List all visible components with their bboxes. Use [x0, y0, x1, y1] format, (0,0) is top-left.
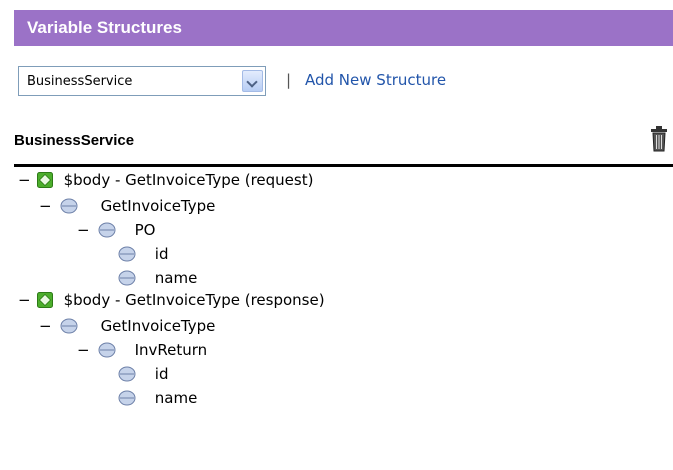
collapse-toggle[interactable]: −: [39, 197, 52, 215]
element-icon: [98, 342, 116, 357]
tree-node-label: name: [154, 388, 198, 407]
element-icon: [98, 222, 116, 237]
element-icon: [118, 366, 136, 381]
trash-icon[interactable]: [650, 126, 668, 152]
body-variable-icon: [36, 171, 53, 188]
collapse-toggle[interactable]: −: [18, 291, 31, 309]
tree-node-response-root[interactable]: − $body - GetInvoiceType (response): [18, 290, 325, 312]
tree-node-label: id: [154, 244, 169, 263]
tree-node-request-id[interactable]: id: [114, 244, 168, 266]
tree-node-label: GetInvoiceType: [100, 196, 216, 215]
add-new-structure-link[interactable]: Add New Structure: [305, 71, 446, 89]
tree-node-request-type[interactable]: − GetInvoiceType: [39, 196, 215, 218]
body-variable-icon: [36, 291, 53, 308]
tree-node-request-root[interactable]: − $body - GetInvoiceType (request): [18, 170, 313, 192]
tree-node-response-invreturn[interactable]: − InvReturn: [77, 340, 207, 362]
tree-node-response-id[interactable]: id: [114, 364, 168, 386]
element-icon: [118, 246, 136, 261]
collapse-toggle[interactable]: −: [77, 221, 90, 239]
tree-node-request-name[interactable]: name: [114, 268, 197, 290]
tree-node-label: name: [154, 268, 198, 287]
tree-node-label: PO: [134, 220, 156, 239]
tree-node-request-po[interactable]: − PO: [77, 220, 155, 242]
collapse-toggle[interactable]: −: [18, 171, 31, 189]
tree-node-label: id: [154, 364, 169, 383]
structure-section-header: BusinessService: [14, 120, 673, 167]
tree-node-label: $body - GetInvoiceType (response): [63, 290, 325, 309]
tree-node-label: $body - GetInvoiceType (request): [63, 170, 314, 189]
element-icon: [60, 198, 78, 213]
panel-title: Variable Structures: [27, 18, 182, 37]
toolbar: BusinessService | Add New Structure: [18, 66, 668, 98]
element-icon: [60, 318, 78, 333]
structure-select-value: BusinessService: [27, 74, 133, 89]
chevron-down-icon[interactable]: [242, 70, 263, 92]
toolbar-separator: |: [286, 71, 292, 89]
element-icon: [118, 270, 136, 285]
collapse-toggle[interactable]: −: [77, 341, 90, 359]
tree-node-label: GetInvoiceType: [100, 316, 216, 335]
structure-name: BusinessService: [14, 132, 135, 149]
tree-node-response-type[interactable]: − GetInvoiceType: [39, 316, 215, 338]
collapse-toggle[interactable]: −: [39, 317, 52, 335]
tree-node-response-name[interactable]: name: [114, 388, 197, 410]
element-icon: [118, 390, 136, 405]
panel-header: Variable Structures: [14, 10, 673, 46]
structure-select[interactable]: BusinessService: [18, 66, 266, 96]
tree-node-label: InvReturn: [134, 340, 208, 359]
